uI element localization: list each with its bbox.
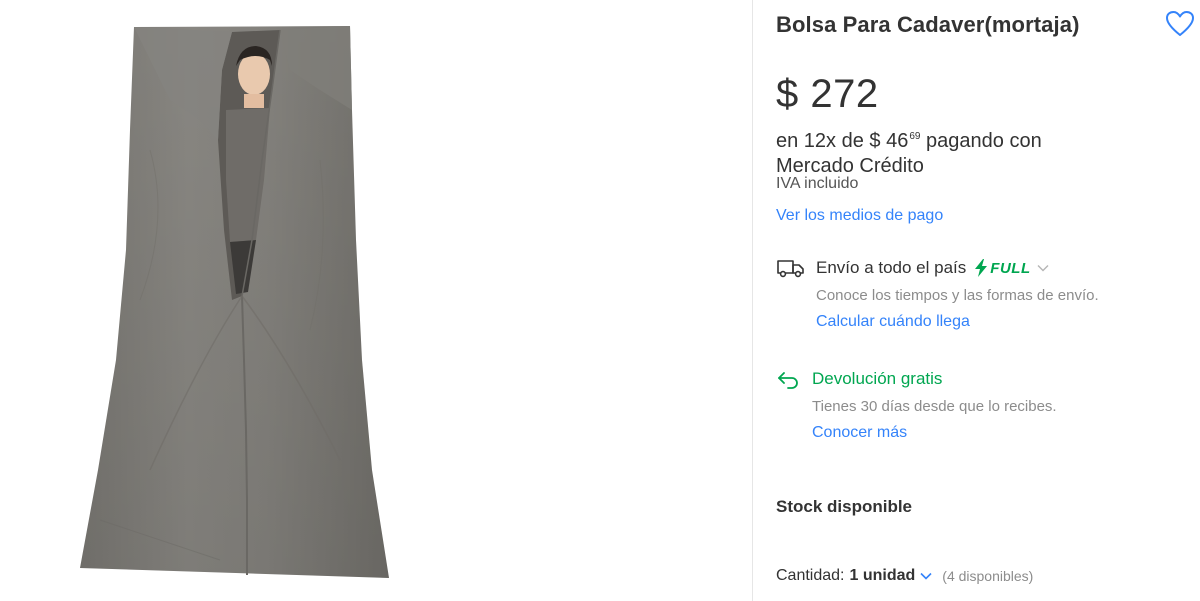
return-arrow-icon [776,369,800,389]
installments-text: en 12x de $ 4669 pagando con Mercado Cré… [776,124,1106,179]
installments-suffix: pagando con [920,130,1042,152]
quantity-label: Cantidad: [776,567,845,584]
returns-description: Tienes 30 días desde que lo recibes. [812,398,1057,415]
shipping-section: Envío a todo el país FULL Conoce los tie… [776,256,1196,331]
chevron-down-icon[interactable] [1037,264,1049,272]
installments-cents: 69 [909,131,921,142]
installments-prefix: en 12x de $ 46 [776,130,909,152]
product-info-panel: Bolsa Para Cadaver(mortaja) $ 272 en 12x… [776,0,1200,601]
product-page: Bolsa Para Cadaver(mortaja) $ 272 en 12x… [0,0,1200,601]
shipping-description: Conoce los tiempos y las formas de envío… [816,287,1099,304]
returns-label: Devolución gratis [812,369,943,388]
payment-methods-link[interactable]: Ver los medios de pago [776,207,943,225]
calculate-delivery-link[interactable]: Calcular cuándo llega [816,313,970,331]
chevron-down-icon[interactable] [920,572,932,580]
full-badge[interactable]: FULL [974,259,1030,277]
quantity-selector[interactable]: Cantidad: 1 unidad (4 disponibles) [776,567,1033,585]
price: $ 272 [776,72,879,116]
product-title: Bolsa Para Cadaver(mortaja) [776,12,1080,37]
tax-note: IVA incluido [776,175,859,192]
favorite-heart-icon[interactable] [1164,8,1196,40]
quantity-value[interactable]: 1 unidad [850,567,916,585]
installments-line2: Mercado Crédito [776,155,924,177]
stock-label: Stock disponible [776,497,913,516]
truck-icon [776,257,806,279]
column-divider [752,0,753,601]
learn-more-link[interactable]: Conocer más [812,424,907,442]
available-stock: (4 disponibles) [942,568,1034,584]
lightning-icon [975,259,988,277]
shipping-label: Envío a todo el país [816,258,967,277]
product-gallery[interactable] [0,0,752,601]
full-badge-label: FULL [990,259,1031,277]
product-image[interactable] [0,0,752,601]
returns-section: Devolución gratis Tienes 30 días desde q… [776,367,1196,442]
